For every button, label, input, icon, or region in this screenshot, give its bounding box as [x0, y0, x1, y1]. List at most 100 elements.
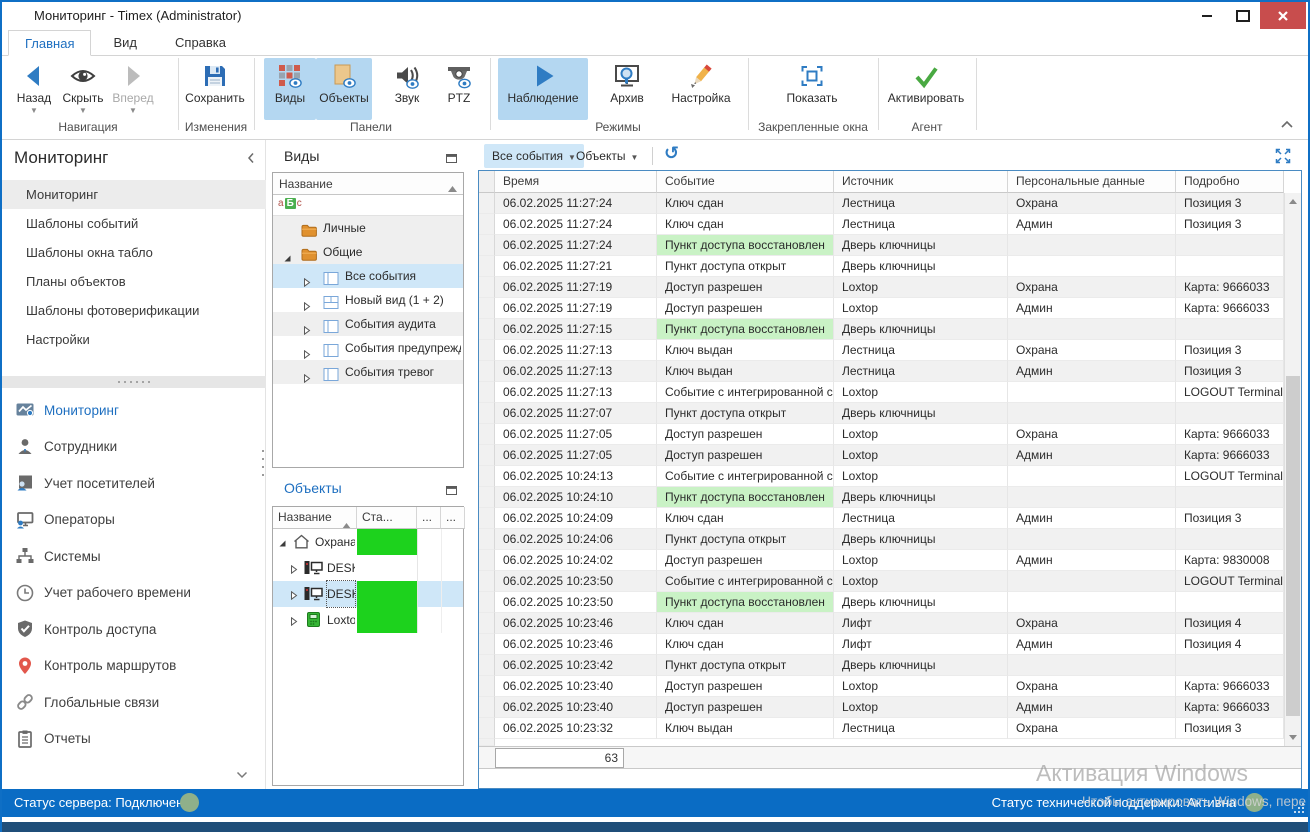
views-tree-node[interactable]: События предупрежд... — [273, 336, 463, 360]
scroll-down-icon[interactable] — [1289, 735, 1297, 740]
ribbon-button-Вперед[interactable]: Вперед▼ — [110, 58, 156, 120]
views-tree-node[interactable]: Новый вид (1 + 2) — [273, 288, 463, 312]
sidebar-item-Шаблоны фотоверификации[interactable]: Шаблоны фотоверификации — [2, 296, 266, 325]
undo-icon[interactable]: ↺ — [664, 143, 679, 164]
objects-column-header-3[interactable]: ... — [441, 507, 465, 529]
views-filter-row[interactable]: аБс — [273, 195, 463, 216]
objects-column-header-2[interactable]: ... — [417, 507, 441, 529]
table-row[interactable]: 06.02.2025 10:24:02Доступ разрешенLoxtop… — [479, 550, 1284, 571]
sidebar-module-Операторы[interactable]: Операторы — [2, 502, 266, 538]
objects-tree-node-DESKTO...[interactable]: DESKTO... — [273, 555, 463, 581]
table-row[interactable]: 06.02.2025 11:27:07Пункт доступа открытД… — [479, 403, 1284, 424]
sidebar-splitter[interactable] — [2, 376, 266, 388]
tab-Вид[interactable]: Вид — [97, 30, 153, 55]
table-row[interactable]: 06.02.2025 11:27:19Доступ разрешенLoxtop… — [479, 277, 1284, 298]
table-row[interactable]: 06.02.2025 10:23:46Ключ сданЛифтАдминПоз… — [479, 634, 1284, 655]
sidebar-module-Контроль маршрутов[interactable]: Контроль маршрутов — [2, 648, 266, 684]
sidebar-module-Мониторинг[interactable]: Мониторинг — [2, 392, 266, 428]
table-row[interactable]: 06.02.2025 10:23:32Ключ выданЛестницаОхр… — [479, 718, 1284, 739]
table-row[interactable]: 06.02.2025 11:27:15Пункт доступа восстан… — [479, 319, 1284, 340]
sidebar-module-Учет посетителей[interactable]: Учет посетителей — [2, 465, 266, 501]
minimize-button[interactable] — [1190, 2, 1224, 29]
sidebar-item-Планы объектов[interactable]: Планы объектов — [2, 267, 266, 296]
table-row[interactable]: 06.02.2025 10:24:13Событие с интегрирова… — [479, 466, 1284, 487]
sidebar-module-Контроль доступа[interactable]: Контроль доступа — [2, 611, 266, 647]
table-row[interactable]: 06.02.2025 10:24:06Пункт доступа открытД… — [479, 529, 1284, 550]
views-tree-node[interactable]: Все события — [273, 264, 463, 288]
expand-view-icon[interactable] — [1274, 147, 1292, 165]
table-row[interactable]: 06.02.2025 10:23:46Ключ сданЛифтОхранаПо… — [479, 613, 1284, 634]
tree-expander-open-icon[interactable] — [283, 247, 292, 256]
sidebar-module-Системы[interactable]: Системы — [2, 538, 266, 574]
ribbon-button-PTZ[interactable]: PTZ — [436, 58, 482, 120]
events-column-header-0[interactable]: Время — [495, 171, 657, 193]
panel-splitter-grip[interactable] — [261, 450, 265, 476]
scrollbar-thumb[interactable] — [1286, 376, 1300, 716]
tree-expander-closed-icon[interactable] — [290, 589, 299, 598]
tab-Справка[interactable]: Справка — [159, 30, 242, 55]
tree-expander-none[interactable] — [303, 271, 312, 280]
table-row[interactable]: 06.02.2025 11:27:19Доступ разрешенLoxtop… — [479, 298, 1284, 319]
tree-expander-none[interactable] — [303, 343, 312, 352]
ribbon-button-Скрыть[interactable]: Скрыть▼ — [60, 58, 106, 120]
events-column-header-2[interactable]: Источник — [834, 171, 1008, 193]
maximize-button[interactable] — [1226, 2, 1260, 29]
tree-expander-closed-icon[interactable] — [290, 615, 299, 624]
tree-expander-open-icon[interactable] — [278, 537, 287, 546]
table-row[interactable]: 06.02.2025 11:27:13Ключ выданЛестницаОхр… — [479, 340, 1284, 361]
sidebar-item-Шаблоны событий[interactable]: Шаблоны событий — [2, 209, 266, 238]
ribbon-button-Наблюдение[interactable]: Наблюдение — [498, 58, 588, 120]
ribbon-collapse-icon[interactable] — [1280, 118, 1294, 128]
events-filter-Объекты[interactable]: Объекты▼ — [568, 144, 646, 168]
scroll-up-icon[interactable] — [1289, 199, 1297, 204]
objects-tree-node-Охрана[interactable]: Охрана — [273, 529, 463, 555]
objects-panel-dock-icon[interactable] — [446, 484, 457, 494]
tree-expander-closed-icon[interactable] — [290, 563, 299, 572]
views-tree-node[interactable]: Общие — [273, 240, 463, 264]
sidebar-item-Мониторинг[interactable]: Мониторинг — [2, 180, 266, 209]
table-row[interactable]: 06.02.2025 10:23:40Доступ разрешенLoxtop… — [479, 697, 1284, 718]
ribbon-button-Объекты[interactable]: Объекты — [316, 58, 372, 120]
views-tree-node[interactable]: Личные — [273, 216, 463, 240]
objects-column-header-0[interactable]: Название — [273, 507, 357, 529]
table-row[interactable]: 06.02.2025 10:23:50Событие с интегрирова… — [479, 571, 1284, 592]
ribbon-button-Активировать[interactable]: Активировать — [884, 58, 968, 120]
ribbon-button-Звук[interactable]: Звук — [384, 58, 430, 120]
objects-column-header-1[interactable]: Ста... — [357, 507, 417, 529]
ribbon-button-Показать[interactable]: Показать — [778, 58, 846, 120]
table-row[interactable]: 06.02.2025 11:27:05Доступ разрешенLoxtop… — [479, 445, 1284, 466]
table-row[interactable]: 06.02.2025 11:27:05Доступ разрешенLoxtop… — [479, 424, 1284, 445]
chevron-down-icon[interactable] — [236, 768, 248, 776]
sidebar-module-Глобальные связи[interactable]: Глобальные связи — [2, 684, 266, 720]
views-column-header[interactable]: Название — [273, 173, 463, 195]
tree-expander-none[interactable] — [303, 319, 312, 328]
ribbon-button-Архив[interactable]: Архив — [598, 58, 656, 120]
table-row[interactable]: 06.02.2025 10:23:40Доступ разрешенLoxtop… — [479, 676, 1284, 697]
close-button[interactable] — [1260, 2, 1306, 29]
table-row[interactable]: 06.02.2025 11:27:21Пункт доступа открытД… — [479, 256, 1284, 277]
sidebar-item-Настройки[interactable]: Настройки — [2, 325, 266, 354]
table-row[interactable]: 06.02.2025 10:23:42Пункт доступа открытД… — [479, 655, 1284, 676]
table-row[interactable]: 06.02.2025 10:24:09Ключ сданЛестницаАдми… — [479, 508, 1284, 529]
ribbon-button-Настройка[interactable]: Настройка — [664, 58, 738, 120]
views-tree-node[interactable]: События тревог — [273, 360, 463, 384]
events-column-header-4[interactable]: Подробно — [1176, 171, 1284, 193]
table-row[interactable]: 06.02.2025 11:27:13Ключ выданЛестницаАдм… — [479, 361, 1284, 382]
sidebar-module-Учет рабочего времени[interactable]: Учет рабочего времени — [2, 575, 266, 611]
table-row[interactable]: 06.02.2025 10:24:10Пункт доступа восстан… — [479, 487, 1284, 508]
events-scrollbar[interactable] — [1284, 193, 1301, 746]
sidebar-item-Шаблоны окна табло[interactable]: Шаблоны окна табло — [2, 238, 266, 267]
sidebar-collapse-icon[interactable] — [246, 152, 256, 164]
tree-expander-none[interactable] — [303, 367, 312, 376]
ribbon-button-Виды[interactable]: Виды — [264, 58, 316, 120]
table-row[interactable]: 06.02.2025 11:27:24Ключ сданЛестницаОхра… — [479, 193, 1284, 214]
table-row[interactable]: 06.02.2025 11:27:13Событие с интегрирова… — [479, 382, 1284, 403]
ribbon-button-Сохранить[interactable]: Сохранить — [184, 58, 246, 120]
objects-tree-node-Loxtop[interactable]: Loxtop — [273, 607, 463, 633]
sidebar-module-Сотрудники[interactable]: Сотрудники — [2, 429, 266, 465]
events-column-header-3[interactable]: Персональные данные — [1008, 171, 1176, 193]
table-row[interactable]: 06.02.2025 11:27:24Пункт доступа восстан… — [479, 235, 1284, 256]
tab-Главная[interactable]: Главная — [8, 30, 91, 56]
tree-expander-none[interactable] — [303, 295, 312, 304]
events-column-header-1[interactable]: Событие — [657, 171, 834, 193]
